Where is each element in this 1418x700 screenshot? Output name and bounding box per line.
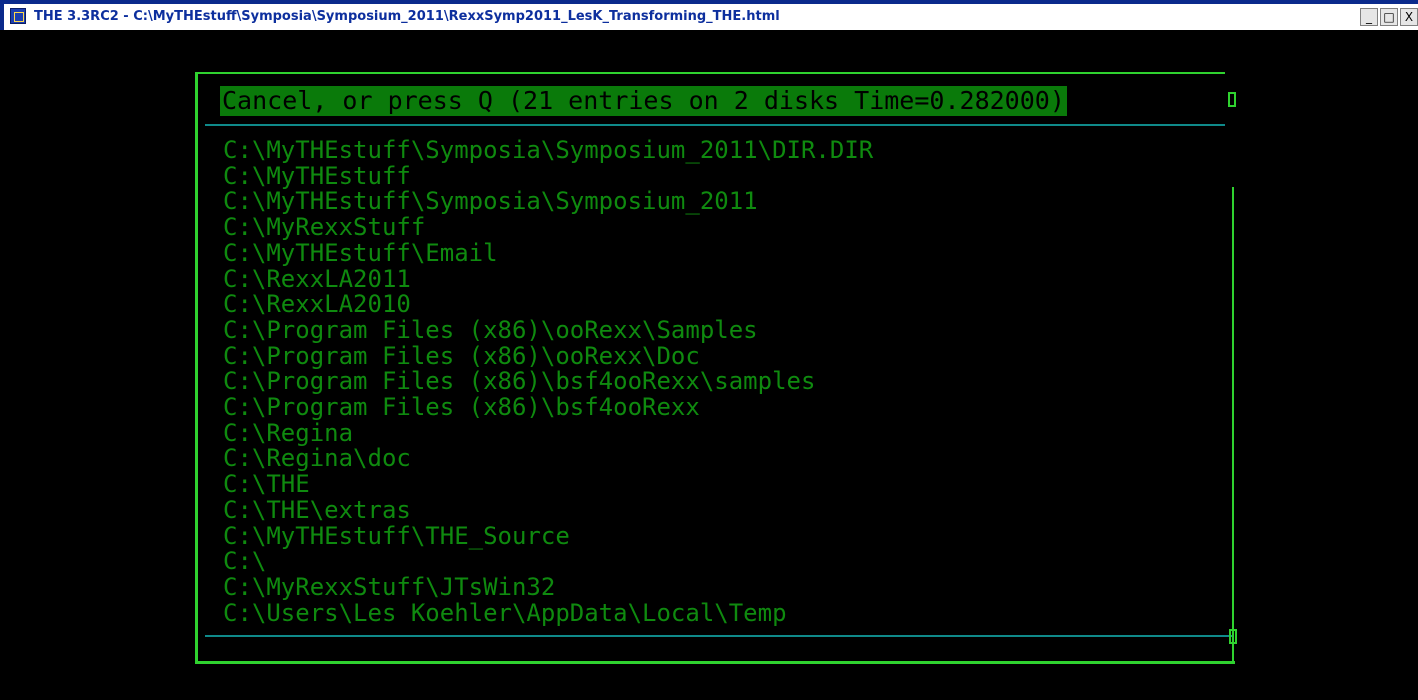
dialog-border-top [195, 72, 1225, 74]
directory-entry[interactable]: C:\RexxLA2010 [223, 292, 873, 318]
directory-entry[interactable]: C:\MyTHEstuff\Symposia\Symposium_2011\DI… [223, 137, 873, 164]
directory-entry[interactable]: C:\Regina\doc [223, 446, 873, 472]
directory-entry[interactable]: C:\Program Files (x86)\ooRexx\Doc [223, 343, 873, 370]
close-button[interactable]: X [1400, 8, 1418, 26]
directory-list: C:\MyTHEstuff\Symposia\Symposium_2011\DI… [223, 137, 873, 627]
window-title: THE 3.3RC2 - C:\MyTHEstuff\Symposia\Symp… [34, 9, 780, 24]
directory-entry[interactable]: C:\MyTHEstuff\Symposia\Symposium_2011 [223, 189, 873, 215]
directory-entry[interactable]: C:\MyTHEstuff\Email [223, 240, 873, 267]
directory-entry[interactable]: C:\THE\extras [223, 497, 873, 524]
footer-separator [205, 635, 1232, 637]
dialog-border-left [195, 72, 198, 664]
app-window: THE 3.3RC2 - C:\MyTHEstuff\Symposia\Symp… [0, 0, 1418, 700]
directory-entry[interactable]: C:\Program Files (x86)\bsf4ooRexx [223, 394, 873, 421]
directory-list-dialog: Cancel, or press Q (21 entries on 2 disk… [195, 72, 1238, 664]
dialog-border-bottom [195, 661, 1235, 664]
the-editor-icon[interactable] [10, 8, 26, 24]
window-controls: _ □ X [1358, 8, 1418, 26]
directory-entry[interactable]: C:\ [223, 549, 873, 575]
directory-entry[interactable]: C:\MyTHEstuff [223, 163, 873, 190]
dialog-header[interactable]: Cancel, or press Q (21 entries on 2 disk… [220, 86, 1067, 116]
directory-entry[interactable]: C:\MyRexxStuff\JTsWin32 [223, 574, 873, 601]
directory-entry[interactable]: C:\THE [223, 471, 873, 498]
directory-entry[interactable]: C:\Program Files (x86)\bsf4ooRexx\sample… [223, 369, 873, 395]
directory-entry[interactable]: C:\RexxLA2011 [223, 266, 873, 293]
cursor-marker-bottom [1229, 629, 1237, 644]
minimize-button[interactable]: _ [1360, 8, 1378, 26]
directory-entry[interactable]: C:\Users\Les Koehler\AppData\Local\Temp [223, 600, 873, 627]
title-bar[interactable]: THE 3.3RC2 - C:\MyTHEstuff\Symposia\Symp… [0, 0, 1418, 30]
dialog-border-right [1232, 187, 1234, 664]
cursor-marker-top [1228, 92, 1236, 107]
directory-entry[interactable]: C:\Program Files (x86)\ooRexx\Samples [223, 317, 873, 344]
directory-entry[interactable]: C:\MyTHEstuff\THE_Source [223, 523, 873, 550]
directory-entry[interactable]: C:\Regina [223, 420, 873, 447]
header-separator [205, 124, 1225, 126]
directory-entry[interactable]: C:\MyRexxStuff [223, 214, 873, 241]
maximize-button[interactable]: □ [1380, 8, 1398, 26]
